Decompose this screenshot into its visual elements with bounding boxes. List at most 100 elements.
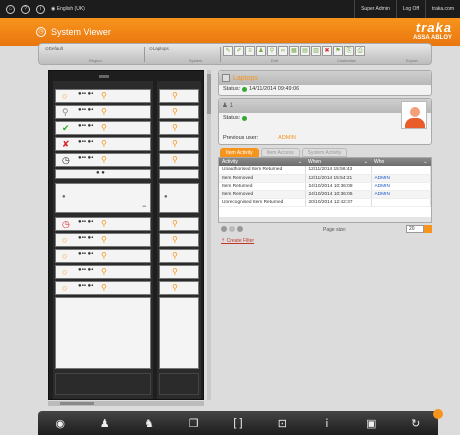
slot-indicator-icon: ●▪▪ ●▪ (78, 235, 94, 241)
logo: traka ASSA ABLOY (413, 20, 452, 41)
key-slot[interactable]: ○ ●▪▪ ●▪ ⚲ (55, 249, 151, 263)
table-horizontal-scrollbar[interactable] (219, 217, 431, 222)
page-indicator-icon[interactable] (229, 226, 235, 232)
table-row[interactable]: Item Removed 12/11/2014 15:54:21 ADMIN (219, 174, 431, 183)
key-slot[interactable]: ○ ●▪▪ ●▪ ⚲ (55, 89, 151, 103)
column-header-when[interactable]: When ⌄ (305, 158, 371, 166)
key-slot[interactable]: ◷ ●▪▪ ●▪ ⚲ (55, 153, 151, 167)
users-icon[interactable]: ♞ (139, 417, 159, 430)
key-slot[interactable]: ⚲ (159, 281, 199, 295)
region-selector[interactable]: ⊙Default (45, 46, 63, 52)
list-icon[interactable]: ≡ (245, 46, 255, 56)
tab-item-activity[interactable]: Item Activity (220, 148, 259, 157)
link-icon[interactable]: ∞ (278, 46, 288, 56)
pencil-icon[interactable]: ✐ (234, 46, 244, 56)
key-slot[interactable]: ⚲ (159, 249, 199, 263)
tab-item-access[interactable]: Item Access (260, 148, 300, 157)
key-slot[interactable]: ○ ●▪▪ ●▪ ⚲ (55, 281, 151, 295)
table-row[interactable]: Item Returned 24/10/2014 10:36:08 ADMIN (219, 182, 431, 191)
key-slot[interactable]: ⚲ (159, 137, 199, 151)
key-icon: ⚲ (101, 139, 107, 148)
last-page-icon[interactable] (237, 226, 243, 232)
key-slot[interactable]: ⚲ (159, 121, 199, 135)
table-row[interactable]: Unauthorised Item Returned 12/11/2014 15:… (219, 166, 431, 175)
grid-icon[interactable]: ▦ (289, 46, 299, 56)
super-admin-link[interactable]: Super Admin (354, 0, 396, 18)
notification-badge[interactable] (433, 409, 443, 419)
info-icon[interactable]: i (36, 4, 45, 14)
empty-locker[interactable]: ● ═ (55, 183, 151, 213)
empty-compartment (55, 297, 151, 369)
user-group-icon: ♟ (222, 102, 230, 109)
key-slot[interactable]: ◷ ●▪▪ ●▪ ⚲ (55, 217, 151, 231)
log-off-link[interactable]: Log Off (395, 0, 425, 18)
key-icon: ⚲ (172, 139, 178, 148)
column-header-activity[interactable]: Activity ⌄ (219, 158, 305, 166)
user-edit-icon[interactable]: ♟ (256, 46, 266, 56)
print-icon[interactable]: ⎙ (355, 46, 365, 56)
system-selector[interactable]: ⊙Laptops (149, 46, 169, 52)
tab-system-activity[interactable]: System Activity (301, 148, 348, 157)
key-slot[interactable]: ⚲ (159, 105, 199, 119)
key-slot[interactable]: ⚲ (159, 233, 199, 247)
target-icon[interactable]: ⊡ (272, 417, 292, 430)
key-slot[interactable]: ✘ ●▪▪ ●▪ ⚲ (55, 137, 151, 151)
key-slot[interactable]: ⚲ (159, 265, 199, 279)
page-size-select[interactable]: 20 (406, 225, 424, 233)
export-icon[interactable]: ⎘ (344, 46, 354, 56)
first-page-icon[interactable] (221, 226, 227, 232)
divider (144, 47, 145, 62)
key-icon: ⚲ (101, 219, 107, 228)
home-icon[interactable]: ⌂ (6, 4, 15, 14)
cabinet-horizontal-scrollbar[interactable] (48, 401, 204, 406)
chevron-down-icon[interactable] (424, 225, 432, 233)
key-slot[interactable]: ⚲ (159, 153, 199, 167)
scrollbar-thumb[interactable] (60, 402, 94, 405)
key-slot[interactable]: ⚲ (159, 217, 199, 231)
language-selector[interactable]: ◉ English (UK) (51, 6, 85, 12)
copy-icon[interactable]: ❐ (184, 417, 204, 430)
key-icon: ⚲ (101, 123, 107, 132)
key-slot[interactable] (159, 169, 199, 179)
key-cabinet: ○ ●▪▪ ●▪ ⚲ ⚲ ●▪▪ ●▪ ⚲ ✔ ●▪▪ ●▪ ⚲ ✘ ●▪▪ ●… (48, 70, 204, 400)
frame-icon[interactable]: [ ] (228, 417, 248, 429)
key-slot[interactable]: ● ● (55, 169, 151, 179)
table-icon[interactable]: ▤ (300, 46, 310, 56)
key-slot[interactable]: ○ ●▪▪ ●▪ ⚲ (55, 233, 151, 247)
alarm-clock-icon: ◷ (62, 219, 70, 229)
status-ok-icon (242, 86, 248, 92)
activity-table: Activity ⌄ When ⌄ Who ⌄ Unauthorised Item R… (219, 158, 431, 207)
flag-icon[interactable]: ⚑ (333, 46, 343, 56)
cabinet-vertical-scrollbar[interactable] (207, 70, 211, 400)
key-slot[interactable]: ○ ●▪▪ ●▪ ⚲ (55, 265, 151, 279)
eye-icon[interactable]: ◉ (50, 417, 70, 430)
create-filter-link[interactable]: ⇡ Create Filter (221, 238, 254, 244)
cross-icon: ✘ (62, 139, 70, 149)
scrollbar-thumb[interactable] (207, 74, 211, 114)
slot-indicator-icon: ●▪▪ ●▪ (78, 91, 94, 97)
slot-indicator-icon: ●▪▪ ●▪ (78, 107, 94, 113)
layout-icon[interactable]: ▥ (311, 46, 321, 56)
info-icon[interactable]: ⅰ (317, 417, 337, 430)
table-row[interactable]: Item Removed 24/10/2014 10:36:06 ADMIN (219, 190, 431, 199)
user-icon[interactable]: ♟ (95, 417, 115, 430)
traka-link[interactable]: traka.com (425, 0, 460, 18)
table-row[interactable]: Unrecognised Item Returned 20/10/2014 12:… (219, 198, 431, 207)
tree-icon[interactable]: ⚲ (267, 46, 277, 56)
column-header-who[interactable]: Who ⌄ (371, 158, 431, 166)
key-slot[interactable]: ⚲ (159, 89, 199, 103)
delete-icon[interactable]: ✖ (322, 46, 332, 56)
empty-compartment (159, 297, 199, 369)
key-icon: ⚲ (101, 267, 107, 276)
help-icon[interactable]: ? (21, 4, 30, 14)
key-icon: ⚲ (172, 251, 178, 260)
panel-icon[interactable]: ▣ (361, 417, 381, 430)
activity-tabs: Item Activity Item Access System Activit… (220, 148, 348, 157)
key-slot[interactable]: ⚲ ●▪▪ ●▪ ⚲ (55, 105, 151, 119)
edit-icon[interactable]: ✎ (223, 46, 233, 56)
slot-indicator-icon: ●▪▪ ●▪ (78, 283, 94, 289)
key-slot[interactable]: ✔ ●▪▪ ●▪ ⚲ (55, 121, 151, 135)
empty-locker[interactable]: ● (159, 183, 199, 213)
bottom-toolbar: ◉ ♟ ♞ ❐ [ ] ⊡ ⅰ ▣ ↻ (38, 411, 438, 435)
refresh-icon[interactable]: ↻ (406, 417, 426, 430)
